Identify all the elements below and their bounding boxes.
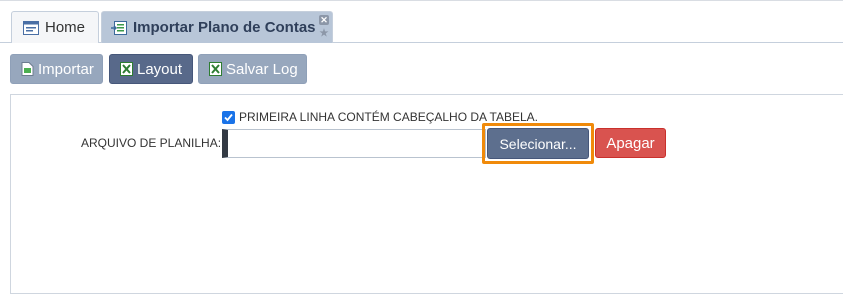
importar-button[interactable]: Importar xyxy=(10,54,103,84)
tab-import-label: Importar Plano de Contas xyxy=(133,19,316,36)
import-document-icon xyxy=(21,62,34,76)
file-path-input[interactable] xyxy=(222,129,486,158)
import-form-panel xyxy=(10,94,843,294)
header-row-checkbox[interactable] xyxy=(222,110,235,124)
tab-importar-plano-de-contas[interactable]: Importar Plano de Contas ✕ ★ xyxy=(101,11,333,43)
arquivo-label: ARQUIVO DE PLANILHA: xyxy=(81,136,222,150)
tab-bar: Home Importar Plano de Contas ✕ ★ xyxy=(0,0,843,43)
layout-button[interactable]: Layout xyxy=(109,54,193,84)
header-row-checkbox-row[interactable]: PRIMEIRA LINHA CONTÉM CABEÇALHO DA TABEL… xyxy=(222,110,538,124)
header-row-checkbox-label: PRIMEIRA LINHA CONTÉM CABEÇALHO DA TABEL… xyxy=(239,110,538,124)
salvar-log-button-label: Salvar Log xyxy=(226,60,298,78)
tab-home[interactable]: Home xyxy=(11,11,99,43)
home-window-icon xyxy=(23,20,39,35)
excel-icon xyxy=(120,62,133,76)
pin-tab-icon[interactable]: ★ xyxy=(319,29,329,39)
salvar-log-button[interactable]: Salvar Log xyxy=(198,54,307,84)
importar-button-label: Importar xyxy=(38,60,94,78)
layout-button-label: Layout xyxy=(137,60,183,78)
close-tab-icon[interactable]: ✕ xyxy=(319,15,329,25)
import-sheet-icon xyxy=(111,20,127,35)
selecionar-button[interactable]: Selecionar... xyxy=(487,128,589,159)
apagar-button[interactable]: Apagar xyxy=(595,128,666,158)
tab-home-label: Home xyxy=(45,19,86,36)
excel-log-icon xyxy=(209,62,222,76)
